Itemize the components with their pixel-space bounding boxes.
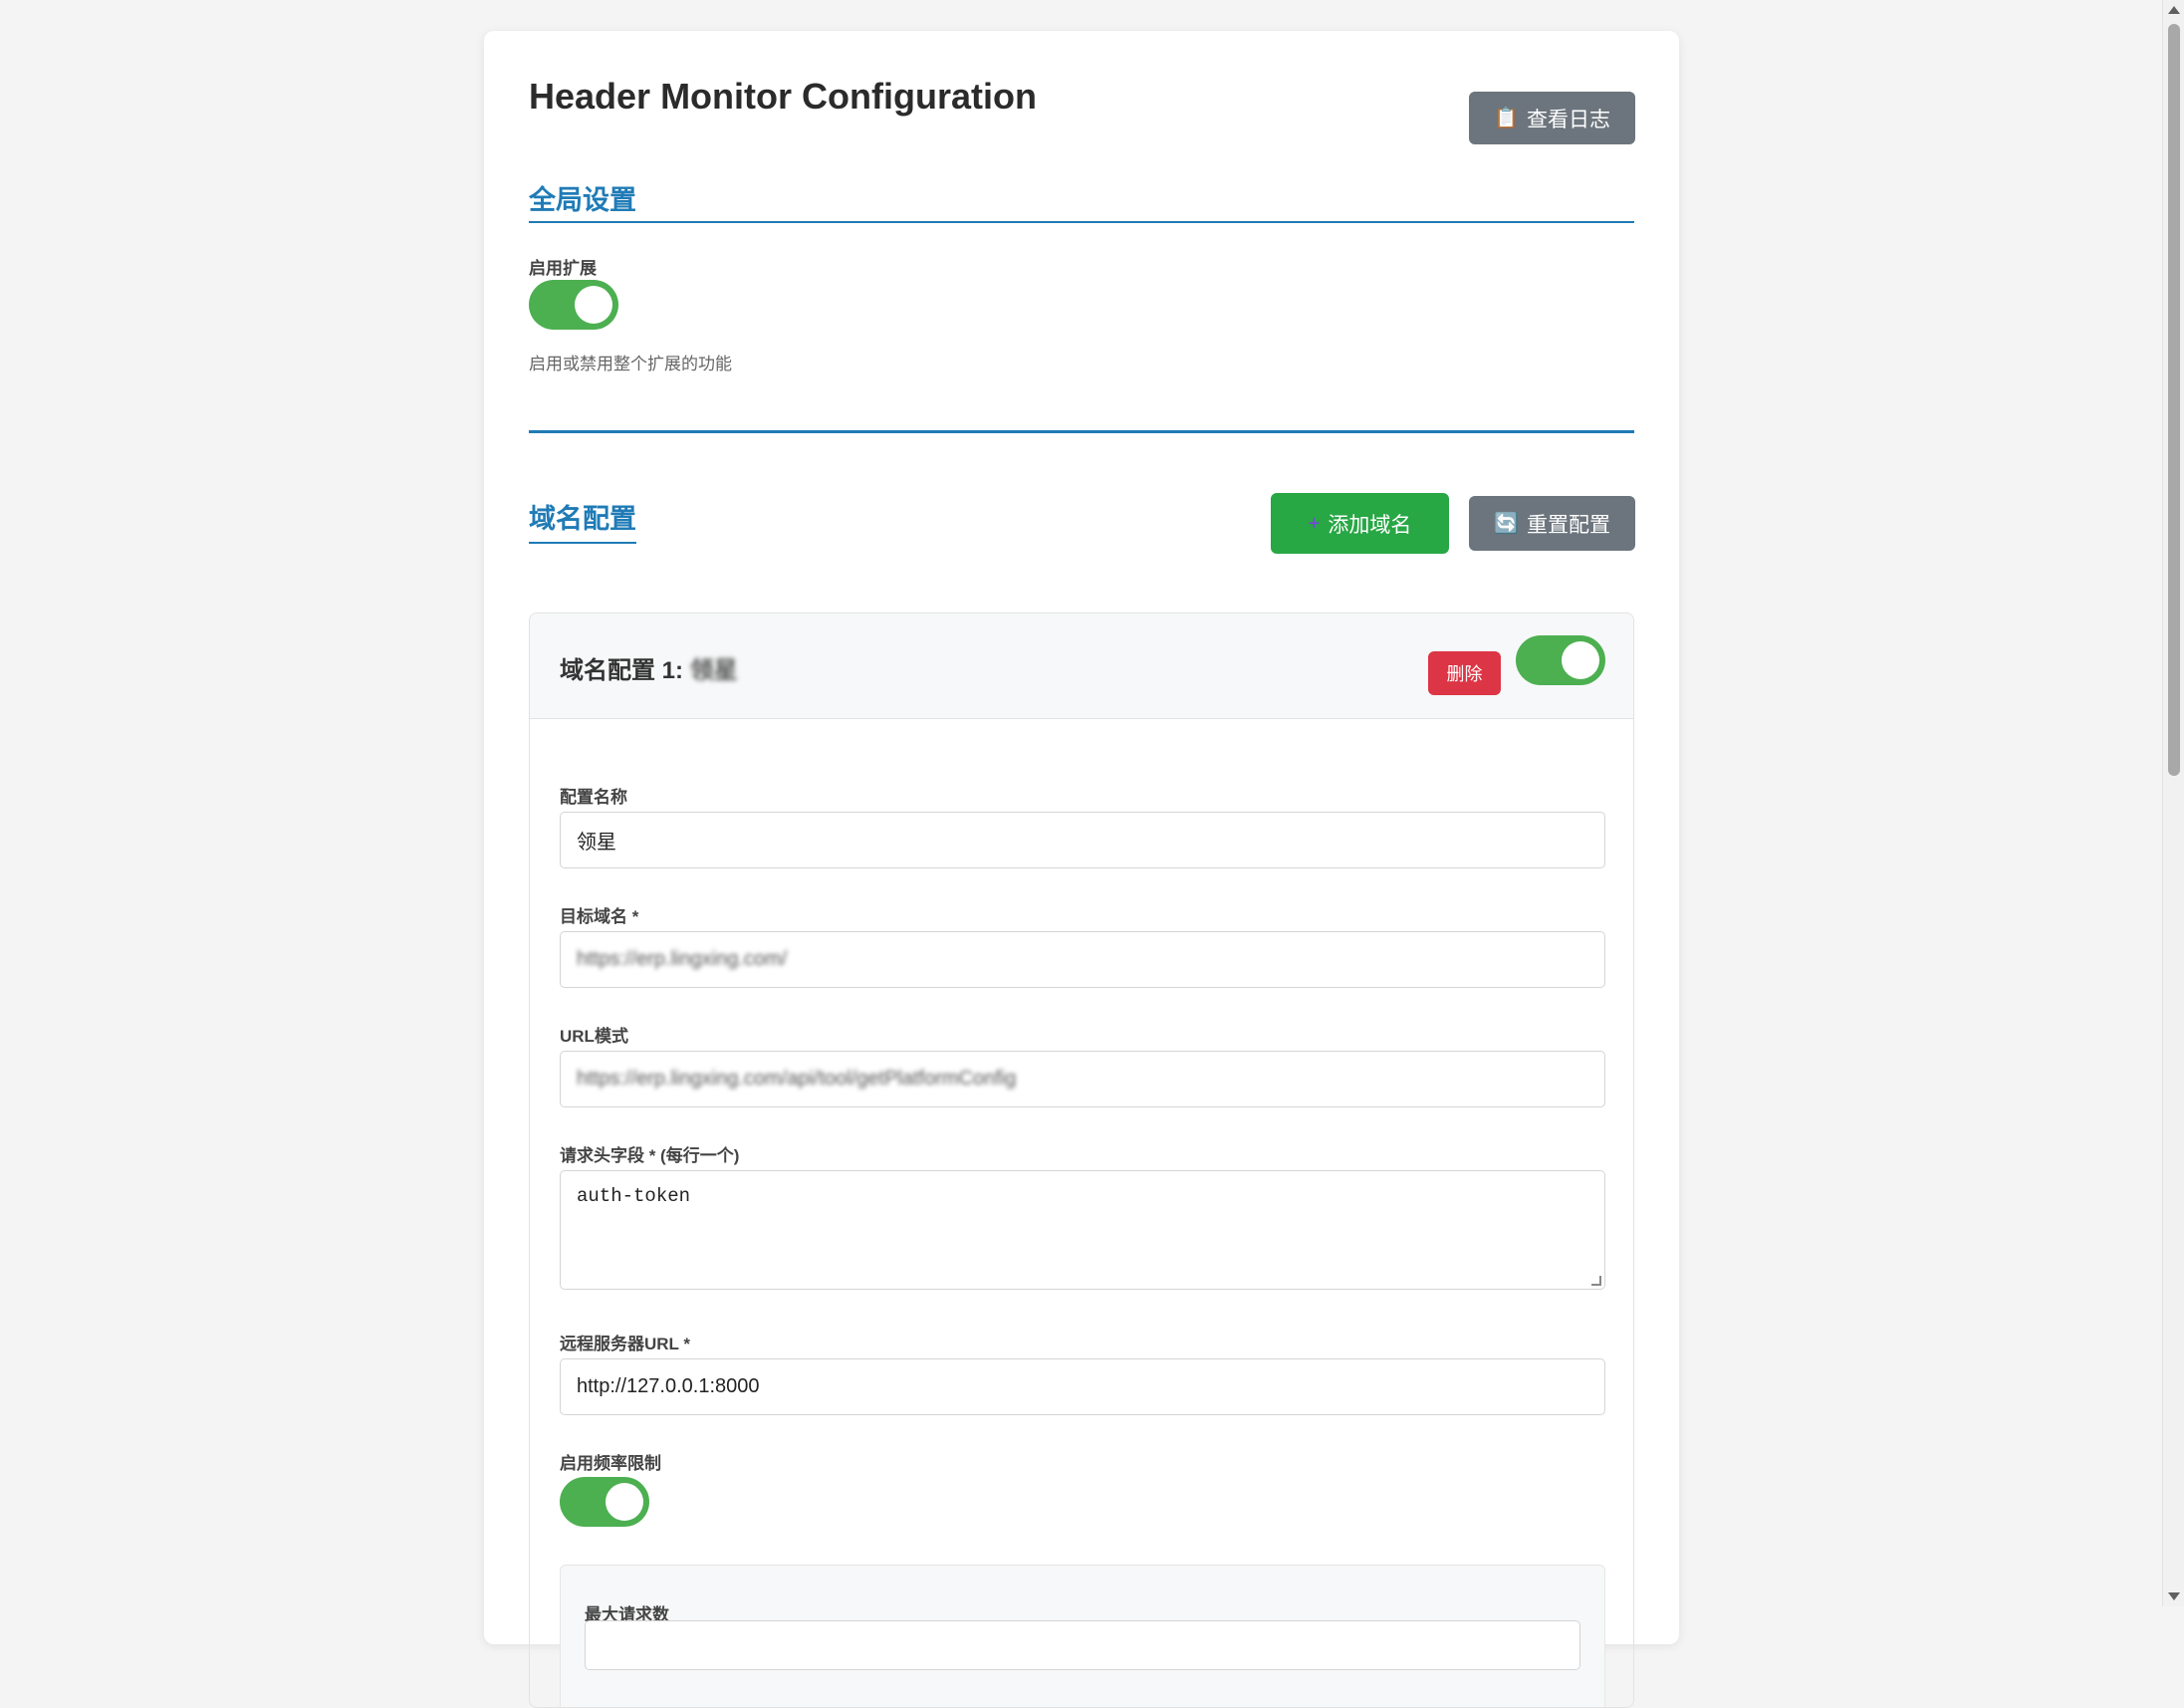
add-domain-label: 添加域名 [1328, 513, 1412, 537]
page-scrollbar[interactable] [2162, 0, 2184, 1606]
domain-enabled-toggle[interactable] [1516, 635, 1605, 685]
rate-limit-toggle[interactable] [560, 1477, 649, 1527]
refresh-icon: 🔄 [1494, 512, 1519, 535]
toggle-knob [575, 286, 612, 324]
scroll-up-icon[interactable] [2168, 6, 2180, 14]
target-domain-input[interactable]: https://erp.lingxing.com/ [560, 931, 1605, 988]
global-settings-title: 全局设置 [529, 185, 636, 215]
resize-handle-icon[interactable] [1591, 1276, 1601, 1286]
global-settings-divider [529, 221, 1634, 223]
card-title-name: 领星 [689, 657, 738, 684]
max-requests-input[interactable] [585, 1620, 1580, 1670]
remote-server-input[interactable]: http://127.0.0.1:8000 [560, 1358, 1605, 1415]
card-title-prefix: 域名配置 1: [560, 657, 684, 684]
header-fields-label: 请求头字段 * (每行一个) [560, 1146, 740, 1165]
view-logs-label: 查看日志 [1526, 108, 1610, 131]
scroll-thumb[interactable] [2168, 24, 2180, 776]
url-pattern-input[interactable]: https://erp.lingxing.com/api/tool/getPla… [560, 1051, 1605, 1107]
page-title: Header Monitor Configuration [529, 76, 1037, 117]
card-title: 域名配置 1: 领星 [560, 650, 738, 685]
plus-icon: + [1308, 512, 1321, 535]
add-domain-button[interactable]: + 添加域名 [1271, 493, 1449, 554]
domain-config-title: 域名配置 [529, 497, 636, 544]
config-name-input[interactable]: 领星 [560, 812, 1605, 868]
header-fields-textarea[interactable]: auth-token [560, 1170, 1605, 1290]
rate-limit-panel: 最大请求数 [560, 1565, 1605, 1707]
reset-config-button[interactable]: 🔄 重置配置 [1469, 496, 1635, 551]
clipboard-icon: 📋 [1494, 107, 1519, 129]
header-fields-value: auth-token [577, 1185, 691, 1207]
config-container: Header Monitor Configuration 📋 查看日志 全局设置… [484, 31, 1679, 1708]
reset-config-label: 重置配置 [1526, 513, 1610, 537]
remote-server-label: 远程服务器URL * [560, 1335, 690, 1353]
config-name-value: 领星 [577, 832, 616, 854]
remote-server-value: http://127.0.0.1:8000 [577, 1375, 760, 1397]
target-domain-label: 目标域名 * [560, 907, 639, 926]
url-pattern-label: URL模式 [560, 1027, 628, 1046]
enable-extension-help: 启用或禁用整个扩展的功能 [529, 355, 732, 373]
scroll-down-icon[interactable] [2168, 1592, 2180, 1600]
rate-limit-label: 启用频率限制 [560, 1454, 661, 1473]
enable-extension-toggle[interactable] [529, 280, 618, 330]
delete-domain-button[interactable]: 删除 [1428, 651, 1501, 695]
section-divider [529, 430, 1634, 433]
enable-extension-label: 启用扩展 [529, 259, 597, 278]
config-name-label: 配置名称 [560, 788, 627, 807]
card-header: 域名配置 1: 领星 删除 [530, 613, 1633, 719]
view-logs-button[interactable]: 📋 查看日志 [1469, 92, 1635, 144]
toggle-knob [606, 1483, 643, 1521]
target-domain-value: https://erp.lingxing.com/ [577, 948, 788, 970]
domain-config-card: 域名配置 1: 领星 删除 配置名称 领星 目标域名 * https://erp… [529, 612, 1634, 1708]
url-pattern-value: https://erp.lingxing.com/api/tool/getPla… [577, 1068, 1017, 1090]
toggle-knob [1562, 641, 1599, 679]
